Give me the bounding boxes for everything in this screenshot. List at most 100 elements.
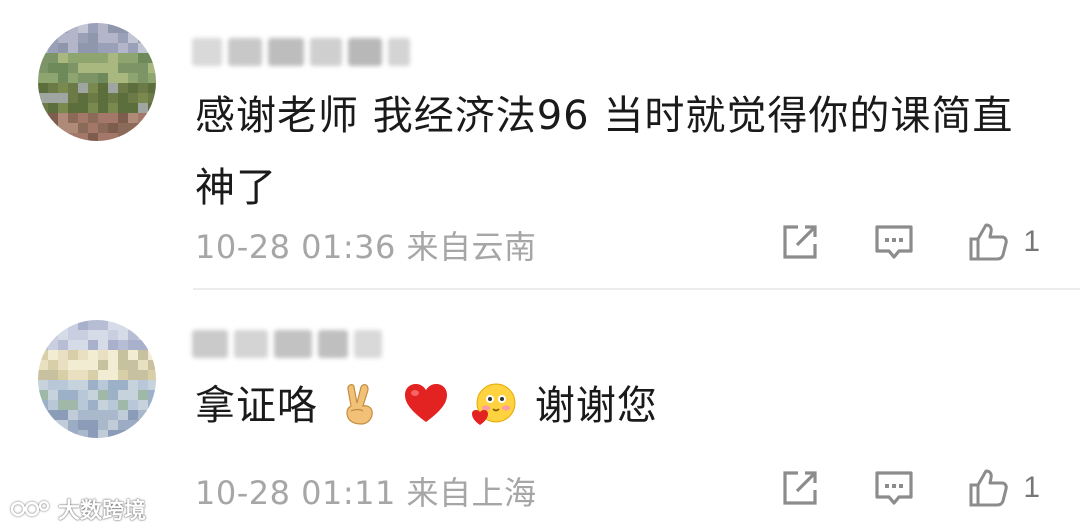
avatar-pixel xyxy=(98,123,108,133)
avatar-pixel xyxy=(78,83,88,93)
reply-icon[interactable] xyxy=(873,467,915,509)
avatar-pixel xyxy=(58,113,68,123)
avatar-pixel xyxy=(78,63,88,73)
avatar-pixel xyxy=(58,370,68,380)
avatar-pixel xyxy=(98,380,108,390)
avatar-pixel xyxy=(48,43,58,53)
avatar-pixel xyxy=(38,340,48,350)
avatar-pixel xyxy=(38,370,48,380)
avatar-pixel xyxy=(78,73,88,83)
avatar-pixel xyxy=(128,320,138,330)
avatar-pixel xyxy=(118,133,128,141)
username-blurred[interactable] xyxy=(192,34,410,70)
avatar-pixel xyxy=(78,53,88,63)
avatar-pixel xyxy=(148,43,156,53)
avatar-pixel xyxy=(38,93,48,103)
avatar-pixel xyxy=(88,360,98,370)
avatar-pixel xyxy=(138,23,148,33)
avatar-pixel xyxy=(88,73,98,83)
avatar-pixel xyxy=(128,410,138,420)
avatar-pixel xyxy=(108,390,118,400)
avatar-pixel xyxy=(98,103,108,113)
avatar-pixel xyxy=(88,410,98,420)
avatar-pixel xyxy=(68,93,78,103)
comment-text-suffix: 谢谢您 xyxy=(534,383,658,429)
avatar-pixel xyxy=(148,53,156,63)
avatar-pixel xyxy=(68,380,78,390)
thumbs-up-icon[interactable] xyxy=(967,221,1009,263)
share-icon[interactable] xyxy=(779,467,821,509)
avatar-pixel xyxy=(148,380,156,390)
avatar-pixel xyxy=(88,53,98,63)
reply-icon[interactable] xyxy=(873,221,915,263)
avatar-pixel xyxy=(108,340,118,350)
avatar-pixel xyxy=(78,33,88,43)
avatar-pixel xyxy=(68,320,78,330)
avatar-pixel xyxy=(148,123,156,133)
username-blurred[interactable] xyxy=(192,326,382,362)
avatar-pixel xyxy=(78,93,88,103)
avatar-pixel xyxy=(118,83,128,93)
avatar-pixel xyxy=(68,350,78,360)
avatar-pixel xyxy=(38,43,48,53)
avatar-pixel xyxy=(98,23,108,33)
avatar-pixel xyxy=(148,320,156,330)
avatar[interactable] xyxy=(38,23,156,141)
avatar-pixel xyxy=(148,420,156,430)
share-icon[interactable] xyxy=(779,221,821,263)
avatar-pixel xyxy=(68,53,78,63)
avatar-pixel xyxy=(48,390,58,400)
avatar-pixel xyxy=(58,63,68,73)
avatar-pixel xyxy=(128,350,138,360)
avatar-pixel xyxy=(78,340,88,350)
avatar-pixel xyxy=(68,410,78,420)
avatar-pixel xyxy=(78,410,88,420)
avatar-pixel xyxy=(118,123,128,133)
red-heart-icon xyxy=(405,384,448,422)
avatar-pixel xyxy=(128,33,138,43)
avatar-pixel xyxy=(78,380,88,390)
thumbs-up-icon[interactable] xyxy=(967,467,1009,509)
avatar-pixel xyxy=(148,63,156,73)
avatar-pixel xyxy=(118,103,128,113)
avatar-pixel xyxy=(48,33,58,43)
avatar-pixel xyxy=(98,63,108,73)
like-button[interactable]: 1 xyxy=(967,467,1040,509)
avatar-pixel xyxy=(68,133,78,141)
avatar-pixel xyxy=(58,103,68,113)
avatar-pixel xyxy=(68,113,78,123)
avatar-pixel xyxy=(148,73,156,83)
avatar-pixel xyxy=(108,350,118,360)
avatar-pixel xyxy=(68,73,78,83)
avatar-pixel xyxy=(148,103,156,113)
like-count: 1 xyxy=(1023,471,1040,504)
avatar-pixel xyxy=(68,370,78,380)
avatar-pixel xyxy=(118,113,128,123)
like-button[interactable]: 1 xyxy=(967,221,1040,263)
avatar-pixel xyxy=(148,350,156,360)
avatar-pixel xyxy=(148,340,156,350)
avatar-pixel xyxy=(88,340,98,350)
avatar-pixel xyxy=(58,380,68,390)
avatar-pixel xyxy=(78,370,88,380)
watermark-logo-icon xyxy=(10,500,50,517)
avatar-pixel xyxy=(58,83,68,93)
avatar-pixel xyxy=(108,103,118,113)
avatar-pixel xyxy=(88,133,98,141)
avatar-pixel xyxy=(38,103,48,113)
avatar-pixel xyxy=(88,113,98,123)
avatar-pixel xyxy=(38,63,48,73)
avatar-pixel xyxy=(138,33,148,43)
avatar-pixel xyxy=(68,330,78,340)
avatar-pixel xyxy=(48,103,58,113)
avatar-pixel xyxy=(118,360,128,370)
avatar[interactable] xyxy=(38,320,156,438)
avatar-pixel xyxy=(138,350,148,360)
avatar-pixel xyxy=(98,330,108,340)
avatar-pixel xyxy=(148,23,156,33)
avatar-pixel xyxy=(38,410,48,420)
avatar-pixel xyxy=(88,103,98,113)
avatar-pixel xyxy=(148,330,156,340)
avatar-pixel xyxy=(118,93,128,103)
avatar-pixel xyxy=(128,123,138,133)
